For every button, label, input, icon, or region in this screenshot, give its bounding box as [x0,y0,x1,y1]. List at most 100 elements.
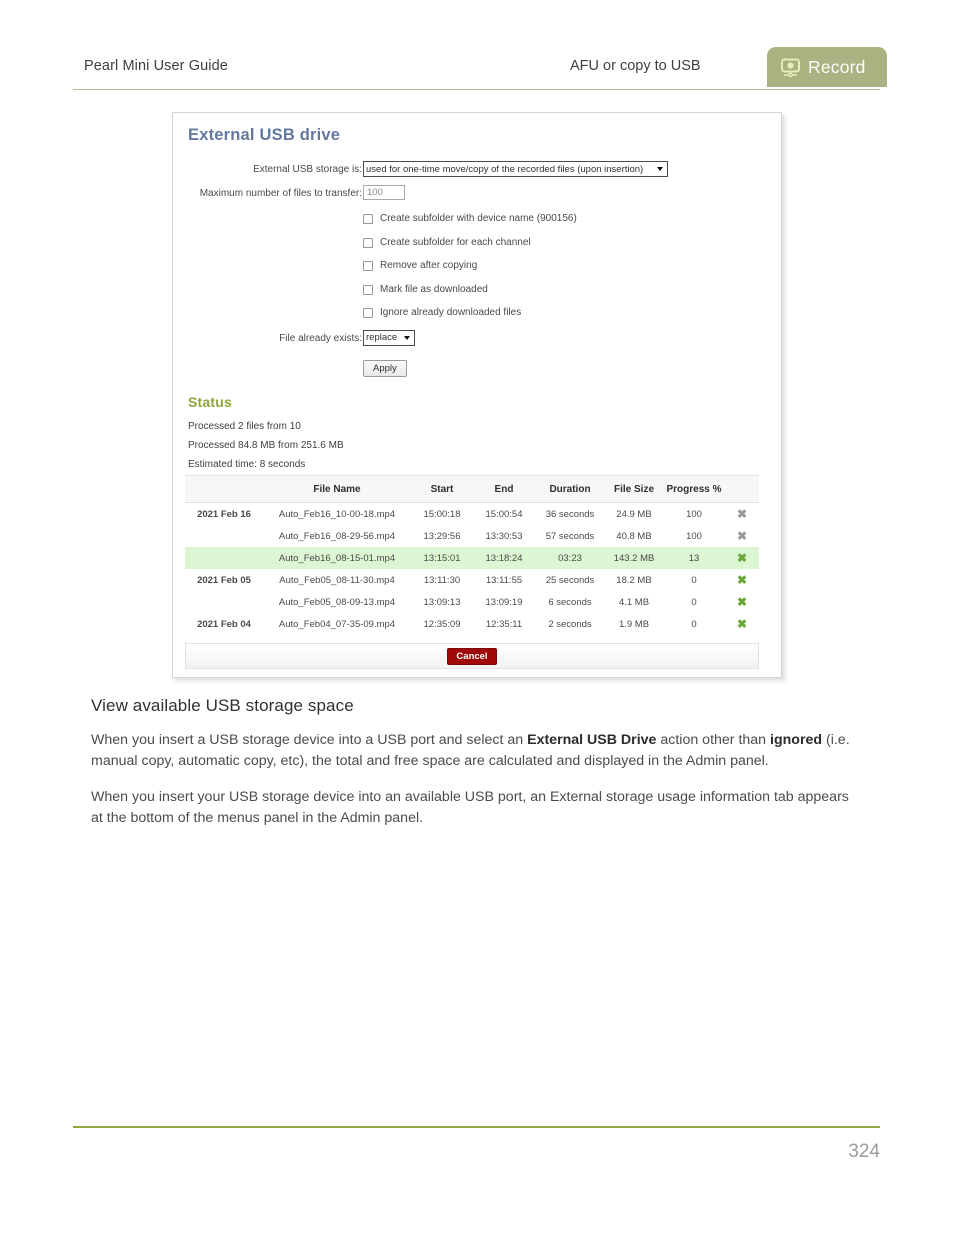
cell-file-size: 1.9 MB [618,618,650,630]
checkbox-subfolder-channel[interactable] [363,237,373,248]
table-row: Auto_Feb16_08-29-56.mp4 13:29:56 13:30:53 5… [185,525,759,547]
status-heading: Status [188,394,232,410]
cell-progress: 0 [691,574,697,586]
transfer-table-head: File Name Start End Duration File Size P… [185,475,759,503]
cell-progress: 13 [663,547,725,569]
max-files-input[interactable] [363,185,405,200]
cancel-transfer-icon[interactable]: ✖ [737,508,747,520]
file-exists-select[interactable]: replace [363,329,415,346]
cell-date: 2021 Feb 16 [197,508,251,520]
cell-file-name: Auto_Feb16_08-15-01.mp4 [263,547,411,569]
cell-file-size: 18.2 MB [616,574,652,586]
cancel-transfer-icon[interactable]: ✖ [737,530,747,542]
col-header-action [725,475,759,503]
page-number: 324 [848,1141,880,1162]
usb-settings-form: External USB storage is: used for one-ti… [173,161,781,384]
cell-file-name: Auto_Feb05_08-09-13.mp4 [278,596,396,608]
checkbox-ignore-downloaded[interactable] [363,308,373,319]
cell-start: 15:00:18 [423,508,461,520]
cell-action[interactable]: ✖ [725,591,759,613]
cell-action[interactable]: ✖ [725,503,759,526]
cancel-transfer-icon[interactable]: ✖ [737,596,747,608]
cell-start: 12:35:09 [423,618,461,630]
table-row: 2021 Feb 16 Auto_Feb16_10-00-18.mp4 15:00:… [185,503,759,526]
section-title: AFU or copy to USB [570,58,701,74]
form-row-storage-mode: External USB storage is: used for one-ti… [173,161,781,185]
storage-mode-label: External USB storage is: [253,164,362,175]
para1-part-c: action other than [656,732,771,748]
body-copy: View available USB storage space When yo… [91,696,863,844]
checkbox-remove-after-copying[interactable] [363,261,373,272]
cell-end: 13:09:19 [485,596,523,608]
record-video-icon [780,57,801,78]
checkbox-subfolder-device[interactable] [363,214,373,224]
storage-mode-select[interactable]: used for one-time move/copy of the recor… [363,161,668,177]
record-tab: Record [767,47,887,87]
cell-action[interactable]: ✖ [725,525,759,547]
cancel-transfer-icon[interactable]: ✖ [737,574,747,586]
cell-date [185,591,263,613]
status-files-processed: Processed 2 files from 10 [188,421,301,432]
form-row-file-exists: File already exists: replace [173,329,781,360]
cell-end: 13:11:55 [485,574,523,586]
cell-action[interactable]: ✖ [725,547,759,569]
checkbox-ignore-downloaded-label: Ignore already downloaded files [380,307,522,319]
checkbox-row-remove-after-copying[interactable]: Remove after copying [173,259,781,283]
cell-duration: 36 seconds [545,508,595,520]
max-files-label: Maximum number of files to transfer: [199,188,362,199]
cell-end: 12:35:11 [485,618,523,630]
cell-duration: 6 seconds [548,596,592,608]
transfer-table-footer: Cancel [185,643,759,669]
cell-file-size: 24.9 MB [616,508,652,520]
table-row: Auto_Feb16_08-15-01.mp4 13:15:01 13:18:24 0… [185,547,759,569]
cell-progress: 100 [686,508,702,520]
cancel-button[interactable]: Cancel [447,647,497,665]
checkbox-row-ignore-downloaded[interactable]: Ignore already downloaded files [173,306,781,330]
header-divider [73,89,880,90]
col-header-start: Start [411,475,473,503]
transfer-table-wrap: File Name Start End Duration File Size P… [185,475,759,635]
cancel-transfer-icon[interactable]: ✖ [737,618,747,630]
screenshot-figure: External USB drive External USB storage … [172,112,782,678]
transfer-table-body: 2021 Feb 16 Auto_Feb16_10-00-18.mp4 15:00:… [185,503,759,636]
col-header-date [185,475,263,503]
checkbox-row-mark-downloaded[interactable]: Mark file as downloaded [173,283,781,307]
status-bytes-processed: Processed 84.8 MB from 251.6 MB [188,440,344,451]
cell-date [185,525,263,547]
panel-title: External USB drive [188,126,341,144]
para1-term-ignored: ignored [770,732,823,748]
cell-start: 13:11:30 [423,574,461,586]
cell-file-size: 40.8 MB [616,530,652,542]
cell-start: 13:09:13 [423,596,461,608]
checkbox-mark-downloaded[interactable] [363,284,373,295]
cell-duration: 25 seconds [545,574,595,586]
record-tab-label: Record [808,56,866,77]
cell-file-name: Auto_Feb04_07-35-09.mp4 [278,618,396,630]
paragraph-storage-tab: When you insert your USB storage device … [91,789,849,826]
col-header-file-name: File Name [263,475,411,503]
table-row: Auto_Feb05_08-09-13.mp4 13:09:13 13:09:19 6… [185,591,759,613]
cell-file-size: 4.1 MB [618,596,650,608]
cell-duration: 2 seconds [548,618,592,630]
file-exists-label: File already exists: [279,332,362,344]
col-header-duration: Duration [535,475,605,503]
footer-divider [73,1126,880,1128]
doc-title: Pearl Mini User Guide [84,58,228,74]
storage-mode-select-wrap: used for one-time move/copy of the recor… [363,161,668,177]
cell-progress: 0 [691,618,697,630]
cell-date [185,547,263,569]
checkbox-row-subfolder-channel[interactable]: Create subfolder for each channel [173,236,781,260]
cell-action[interactable]: ✖ [725,569,759,591]
cancel-transfer-icon[interactable]: ✖ [737,552,747,564]
cell-action[interactable]: ✖ [725,613,759,635]
cell-end: 15:00:54 [485,508,523,520]
table-row: 2021 Feb 05 Auto_Feb05_08-11-30.mp4 13:11:… [185,569,759,591]
cell-end: 13:18:24 [473,547,535,569]
table-row: 2021 Feb 04 Auto_Feb04_07-35-09.mp4 12:35:… [185,613,759,635]
cell-file-name: Auto_Feb16_08-29-56.mp4 [278,530,396,542]
apply-button[interactable]: Apply [363,359,407,377]
checkbox-row-subfolder-device[interactable]: Create subfolder with device name (90015… [173,212,781,236]
cell-file-name: Auto_Feb05_08-11-30.mp4 [279,574,395,586]
para1-part-a: When you insert a USB storage device int… [91,732,528,748]
file-exists-select-wrap: replace [363,329,415,346]
